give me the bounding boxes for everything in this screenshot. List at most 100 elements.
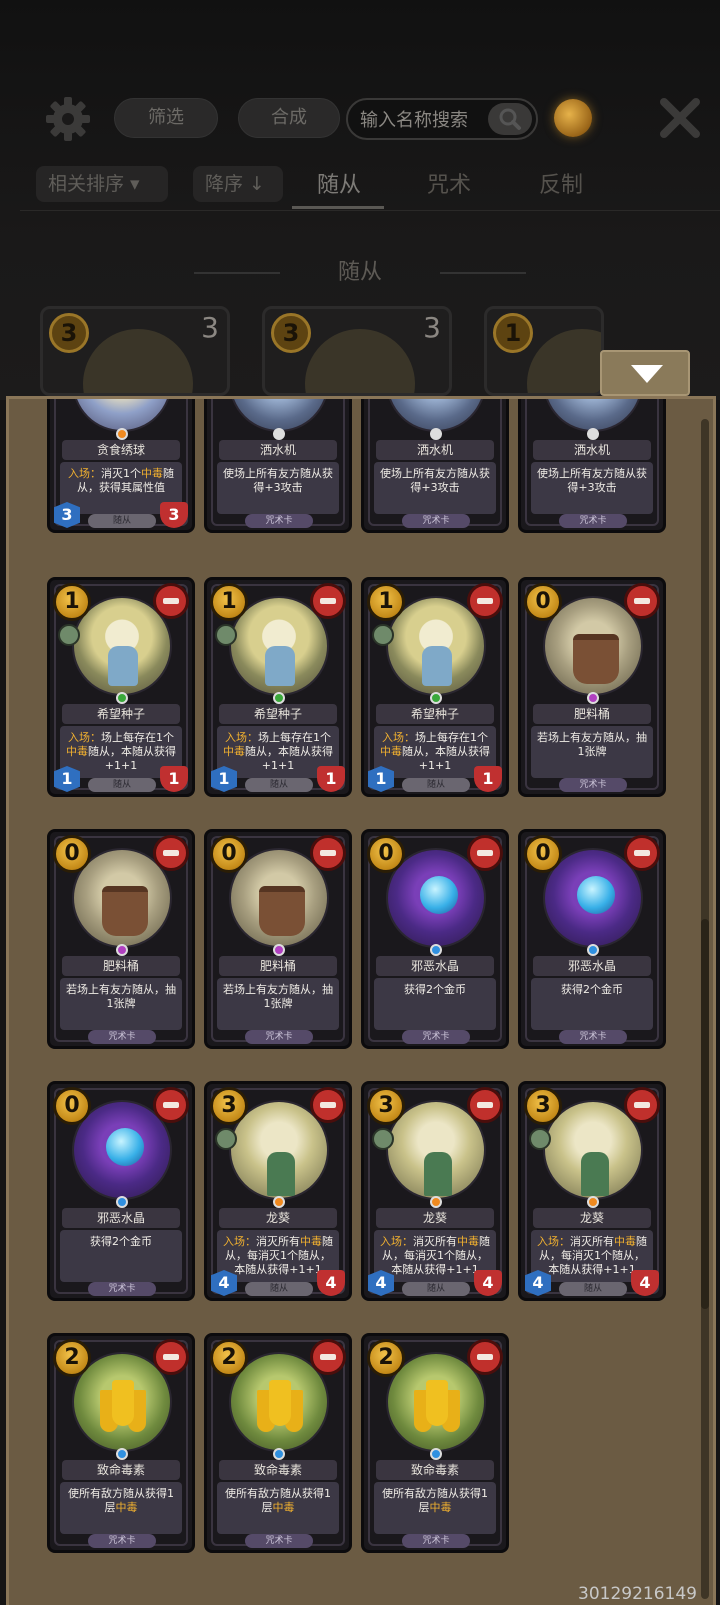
card-type-tag: 随从 [402, 1282, 470, 1296]
coin-icon[interactable] [554, 99, 592, 137]
card-description: 若场上有友方随从，抽1张牌 [60, 978, 182, 1030]
card-minion[interactable]: 贪食绣球 入场：消灭1个中毒随从，获得其属性值 随从 3 3 [47, 399, 195, 533]
card-name: 希望种子 [376, 704, 494, 724]
active-tab-indicator [292, 206, 384, 209]
remove-card-icon[interactable] [153, 583, 189, 619]
card-name: 洒水机 [219, 440, 337, 460]
keyword-poison: 中毒 [614, 1235, 636, 1248]
scrollbar-thumb[interactable] [701, 919, 709, 1309]
deck-preview-card[interactable]: 3 3 [40, 306, 230, 396]
card-type-tag: 咒术卡 [402, 1030, 470, 1044]
card-collection-panel: 贪食绣球 入场：消灭1个中毒随从，获得其属性值 随从 3 3 洒水机 使场上所有友方随从获得… [6, 396, 716, 1605]
search-button[interactable] [488, 103, 532, 135]
attack-stat: 1 [368, 766, 394, 792]
card-minion[interactable]: 3 龙葵 入场：消灭所有中毒随从，每消灭1个随从，本随从获得+1+1 随从 4 4 [204, 1081, 352, 1301]
cost-badge: 3 [524, 1087, 562, 1125]
close-icon[interactable] [658, 96, 702, 140]
card-type-tag: 随从 [245, 778, 313, 792]
cost-badge: 0 [53, 1087, 91, 1125]
remove-card-icon[interactable] [467, 1087, 503, 1123]
tab-minion[interactable]: 随从 [294, 168, 384, 204]
section-title: 随从 [337, 260, 382, 285]
minion-type-icon [215, 1128, 237, 1150]
rarity-gem-icon [430, 692, 442, 704]
remove-card-icon[interactable] [624, 835, 660, 871]
sort-order-toggle[interactable]: 降序 ↓ [193, 166, 283, 202]
remove-card-icon[interactable] [310, 835, 346, 871]
keyword-poison: 中毒 [272, 1501, 295, 1514]
card-spell[interactable]: 2 致命毒素 使所有敌方随从获得1层中毒 咒术卡 [204, 1333, 352, 1553]
section-divider-right [440, 272, 526, 274]
remove-card-icon[interactable] [310, 583, 346, 619]
card-spell[interactable]: 0 邪恶水晶 获得2个金币 咒术卡 [518, 829, 666, 1049]
card-description: 若场上有友方随从，抽1张牌 [531, 726, 653, 778]
card-spell[interactable]: 0 肥料桶 若场上有友方随从，抽1张牌 咒术卡 [204, 829, 352, 1049]
card-type-tag: 咒术卡 [559, 514, 627, 528]
collapse-panel-button[interactable] [600, 350, 690, 396]
minion-type-icon [215, 624, 237, 646]
remove-card-icon[interactable] [310, 1339, 346, 1375]
cost-badge: 0 [210, 835, 248, 873]
card-name: 肥料桶 [62, 956, 180, 976]
card-spell[interactable]: 2 致命毒素 使所有敌方随从获得1层中毒 咒术卡 [361, 1333, 509, 1553]
keyword-prefix: 入场： [382, 731, 415, 744]
card-name: 希望种子 [62, 704, 180, 724]
card-spell[interactable]: 0 邪恶水晶 获得2个金币 咒术卡 [47, 1081, 195, 1301]
search-icon [499, 108, 521, 130]
remove-card-icon[interactable] [624, 583, 660, 619]
card-spell[interactable]: 洒水机 使场上所有友方随从获得+3攻击 咒术卡 [204, 399, 352, 533]
remove-card-icon[interactable] [310, 1087, 346, 1123]
rarity-gem-icon [273, 944, 285, 956]
card-minion[interactable]: 3 龙葵 入场：消灭所有中毒随从，每消灭1个随从，本随从获得+1+1 随从 4 4 [518, 1081, 666, 1301]
tab-spell[interactable]: 咒术 [404, 168, 494, 204]
remove-card-icon[interactable] [153, 1087, 189, 1123]
card-minion[interactable]: 1 希望种子 入场：场上每存在1个中毒随从，本随从获得+1+1 随从 1 1 [47, 577, 195, 797]
card-name: 邪恶水晶 [62, 1208, 180, 1228]
rarity-gem-icon [430, 1448, 442, 1460]
deck-preview-card[interactable]: 3 3 [262, 306, 452, 396]
card-description: 使所有敌方随从获得1层中毒 [217, 1482, 339, 1534]
card-spell[interactable]: 洒水机 使场上所有友方随从获得+3攻击 咒术卡 [518, 399, 666, 533]
card-minion[interactable]: 1 希望种子 入场：场上每存在1个中毒随从，本随从获得+1+1 随从 1 1 [204, 577, 352, 797]
card-type-tag: 随从 [245, 1282, 313, 1296]
remove-card-icon[interactable] [153, 835, 189, 871]
remove-card-icon[interactable] [467, 835, 503, 871]
card-minion[interactable]: 3 龙葵 入场：消灭所有中毒随从，每消灭1个随从，本随从获得+1+1 随从 4 4 [361, 1081, 509, 1301]
remove-card-icon[interactable] [467, 1339, 503, 1375]
cost-badge: 3 [210, 1087, 248, 1125]
card-type-tag: 咒术卡 [88, 1534, 156, 1548]
keyword-prefix: 入场： [223, 1235, 256, 1248]
gear-icon[interactable] [46, 97, 90, 141]
tab-counter[interactable]: 反制 [516, 168, 606, 204]
search-input[interactable] [360, 106, 488, 134]
sort-relevance-dropdown[interactable]: 相关排序 ▾ [36, 166, 168, 202]
compose-button[interactable]: 合成 [238, 98, 340, 138]
rarity-gem-icon [587, 692, 599, 704]
card-spell[interactable]: 0 邪恶水晶 获得2个金币 咒术卡 [361, 829, 509, 1049]
card-name: 贪食绣球 [62, 440, 180, 460]
card-name: 致命毒素 [376, 1460, 494, 1480]
card-spell[interactable]: 0 肥料桶 若场上有友方随从，抽1张牌 咒术卡 [518, 577, 666, 797]
card-spell[interactable]: 0 肥料桶 若场上有友方随从，抽1张牌 咒术卡 [47, 829, 195, 1049]
card-art [83, 329, 193, 393]
remove-card-icon[interactable] [467, 583, 503, 619]
cost-badge: 1 [210, 583, 248, 621]
rarity-gem-icon [273, 1448, 285, 1460]
card-minion[interactable]: 1 希望种子 入场：场上每存在1个中毒随从，本随从获得+1+1 随从 1 1 [361, 577, 509, 797]
remove-card-icon[interactable] [153, 1339, 189, 1375]
card-spell[interactable]: 2 致命毒素 使所有敌方随从获得1层中毒 咒术卡 [47, 1333, 195, 1553]
card-spell[interactable]: 洒水机 使场上所有友方随从获得+3攻击 咒术卡 [361, 399, 509, 533]
rarity-gem-icon [430, 428, 442, 440]
card-name: 致命毒素 [219, 1460, 337, 1480]
filter-button[interactable]: 筛选 [114, 98, 218, 138]
card-grid: 贪食绣球 入场：消灭1个中毒随从，获得其属性值 随从 3 3 洒水机 使场上所有友方随从获得… [9, 399, 713, 1605]
remove-card-icon[interactable] [624, 1087, 660, 1123]
card-type-tag: 随从 [402, 778, 470, 792]
attack-stat: 4 [368, 1270, 394, 1296]
deck-preview-card[interactable]: 1 [484, 306, 604, 396]
attack-stat: 1 [211, 766, 237, 792]
card-type-tag: 咒术卡 [559, 778, 627, 792]
rarity-gem-icon [116, 1196, 128, 1208]
rarity-gem-icon [273, 692, 285, 704]
minion-type-icon [58, 624, 80, 646]
